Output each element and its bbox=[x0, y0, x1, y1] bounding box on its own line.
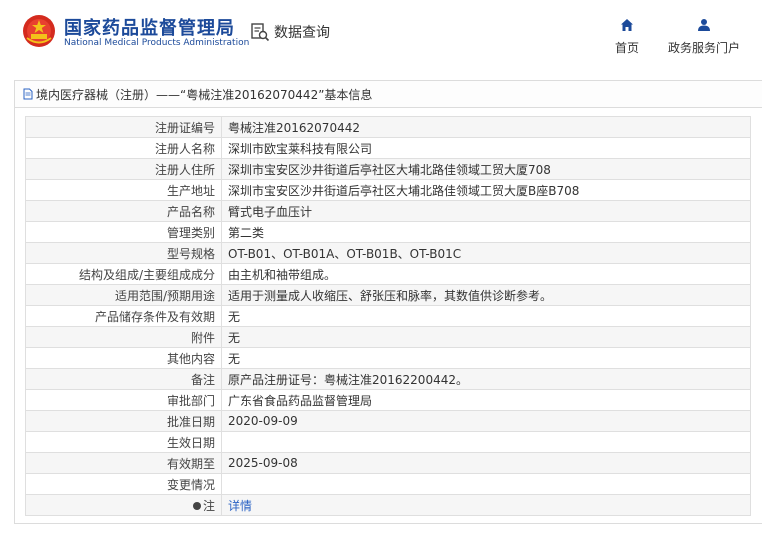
row-value: 由主机和袖带组成。 bbox=[221, 263, 751, 285]
document-icon bbox=[23, 88, 33, 100]
row-value: 深圳市宝安区沙井街道后亭社区大埔北路佳领域工贸大厦708 bbox=[221, 158, 751, 180]
row-label: 注册人住所 bbox=[25, 158, 222, 180]
row-label: 注 bbox=[25, 494, 222, 516]
table-row: 批准日期 2020-09-09 bbox=[25, 410, 751, 432]
nav-home[interactable]: 首页 bbox=[610, 18, 644, 56]
row-value: 第二类 bbox=[221, 221, 751, 243]
row-label: 生产地址 bbox=[25, 179, 222, 201]
row-value: 2020-09-09 bbox=[221, 410, 751, 432]
row-value: 详情 bbox=[221, 494, 751, 516]
table-row: 管理类别 第二类 bbox=[25, 221, 751, 243]
row-label: 生效日期 bbox=[25, 431, 222, 453]
row-value: 无 bbox=[221, 326, 751, 348]
row-value: 深圳市欧宝莱科技有限公司 bbox=[221, 137, 751, 159]
table-row: 产品储存条件及有效期 无 bbox=[25, 305, 751, 327]
row-value: 2025-09-08 bbox=[221, 452, 751, 474]
home-icon bbox=[621, 19, 633, 31]
row-label: 批准日期 bbox=[25, 410, 222, 432]
table-row: 型号规格 OT-B01、OT-B01A、OT-B01B、OT-B01C bbox=[25, 242, 751, 264]
breadcrumb-text: 境内医疗器械（注册）——“粤械注准20162070442”基本信息 bbox=[36, 87, 373, 102]
row-value bbox=[221, 431, 751, 453]
row-label: 产品名称 bbox=[25, 200, 222, 222]
row-label: 注册证编号 bbox=[25, 116, 222, 138]
content-panel: 境内医疗器械（注册）——“粤械注准20162070442”基本信息 注册证编号 … bbox=[14, 80, 762, 524]
table-row: 产品名称 臂式电子血压计 bbox=[25, 200, 751, 222]
nav-home-label: 首页 bbox=[614, 41, 639, 55]
nav-gov-service-portal[interactable]: 政务服务门户 bbox=[662, 18, 746, 56]
breadcrumb: 境内医疗器械（注册）——“粤械注准20162070442”基本信息 bbox=[15, 81, 762, 108]
table-row: 变更情况 bbox=[25, 473, 751, 495]
row-label: 审批部门 bbox=[25, 389, 222, 411]
row-label: 有效期至 bbox=[25, 452, 222, 474]
row-value: 广东省食品药品监督管理局 bbox=[221, 389, 751, 411]
row-value: OT-B01、OT-B01A、OT-B01B、OT-B01C bbox=[221, 242, 751, 264]
row-label: 附件 bbox=[25, 326, 222, 348]
note-bullet-icon bbox=[192, 502, 201, 510]
table-row: 注册人名称 深圳市欧宝莱科技有限公司 bbox=[25, 137, 751, 159]
site-subtitle: National Medical Products Administration bbox=[64, 38, 250, 48]
table-row: 结构及组成/主要组成成分 由主机和袖带组成。 bbox=[25, 263, 751, 285]
data-query-label: 数据查询 bbox=[274, 25, 330, 41]
details-link[interactable]: 详情 bbox=[228, 499, 252, 513]
row-label: 适用范围/预期用途 bbox=[25, 284, 222, 306]
nav-gov-service-label: 政务服务门户 bbox=[667, 41, 740, 55]
table-row: 生产地址 深圳市宝安区沙井街道后亭社区大埔北路佳领域工贸大厦B座B708 bbox=[25, 179, 751, 201]
table-row: 备注 原产品注册证号：粤械注准20162200442。 bbox=[25, 368, 751, 390]
data-query-link[interactable]: 数据查询 bbox=[250, 22, 330, 42]
row-value: 无 bbox=[221, 347, 751, 369]
document-search-icon bbox=[251, 23, 270, 42]
row-label: 产品储存条件及有效期 bbox=[25, 305, 222, 327]
table-row: 注册人住所 深圳市宝安区沙井街道后亭社区大埔北路佳领域工贸大厦708 bbox=[25, 158, 751, 180]
row-value: 粤械注准20162070442 bbox=[221, 116, 751, 138]
row-label: 注册人名称 bbox=[25, 137, 222, 159]
row-label: 管理类别 bbox=[25, 221, 222, 243]
row-value: 臂式电子血压计 bbox=[221, 200, 751, 222]
row-value: 适用于测量成人收缩压、舒张压和脉率，其数值供诊断参考。 bbox=[221, 284, 751, 306]
row-value bbox=[221, 473, 751, 495]
row-value: 无 bbox=[221, 305, 751, 327]
table-row: 生效日期 bbox=[25, 431, 751, 453]
table-row: 适用范围/预期用途 适用于测量成人收缩压、舒张压和脉率，其数值供诊断参考。 bbox=[25, 284, 751, 306]
row-label: 结构及组成/主要组成成分 bbox=[25, 263, 222, 285]
table-row: 其他内容 无 bbox=[25, 347, 751, 369]
row-value: 深圳市宝安区沙井街道后亭社区大埔北路佳领域工贸大厦B座B708 bbox=[221, 179, 751, 201]
table-row-note: 注 详情 bbox=[25, 494, 751, 516]
row-value: 原产品注册证号：粤械注准20162200442。 bbox=[221, 368, 751, 390]
site-header: 国家药品监督管理局 National Medical Products Admi… bbox=[0, 0, 762, 72]
note-label: 注 bbox=[202, 498, 215, 513]
row-label: 备注 bbox=[25, 368, 222, 390]
site-title: 国家药品监督管理局 bbox=[64, 18, 235, 39]
table-row: 注册证编号 粤械注准20162070442 bbox=[25, 116, 751, 138]
row-label: 型号规格 bbox=[25, 242, 222, 264]
national-emblem-icon bbox=[23, 15, 55, 47]
table-row: 附件 无 bbox=[25, 326, 751, 348]
registration-detail-table: 注册证编号 粤械注准20162070442 注册人名称 深圳市欧宝莱科技有限公司… bbox=[25, 116, 751, 516]
row-label: 其他内容 bbox=[25, 347, 222, 369]
user-icon bbox=[698, 19, 710, 31]
row-label: 变更情况 bbox=[25, 473, 222, 495]
table-row: 审批部门 广东省食品药品监督管理局 bbox=[25, 389, 751, 411]
table-row: 有效期至 2025-09-08 bbox=[25, 452, 751, 474]
